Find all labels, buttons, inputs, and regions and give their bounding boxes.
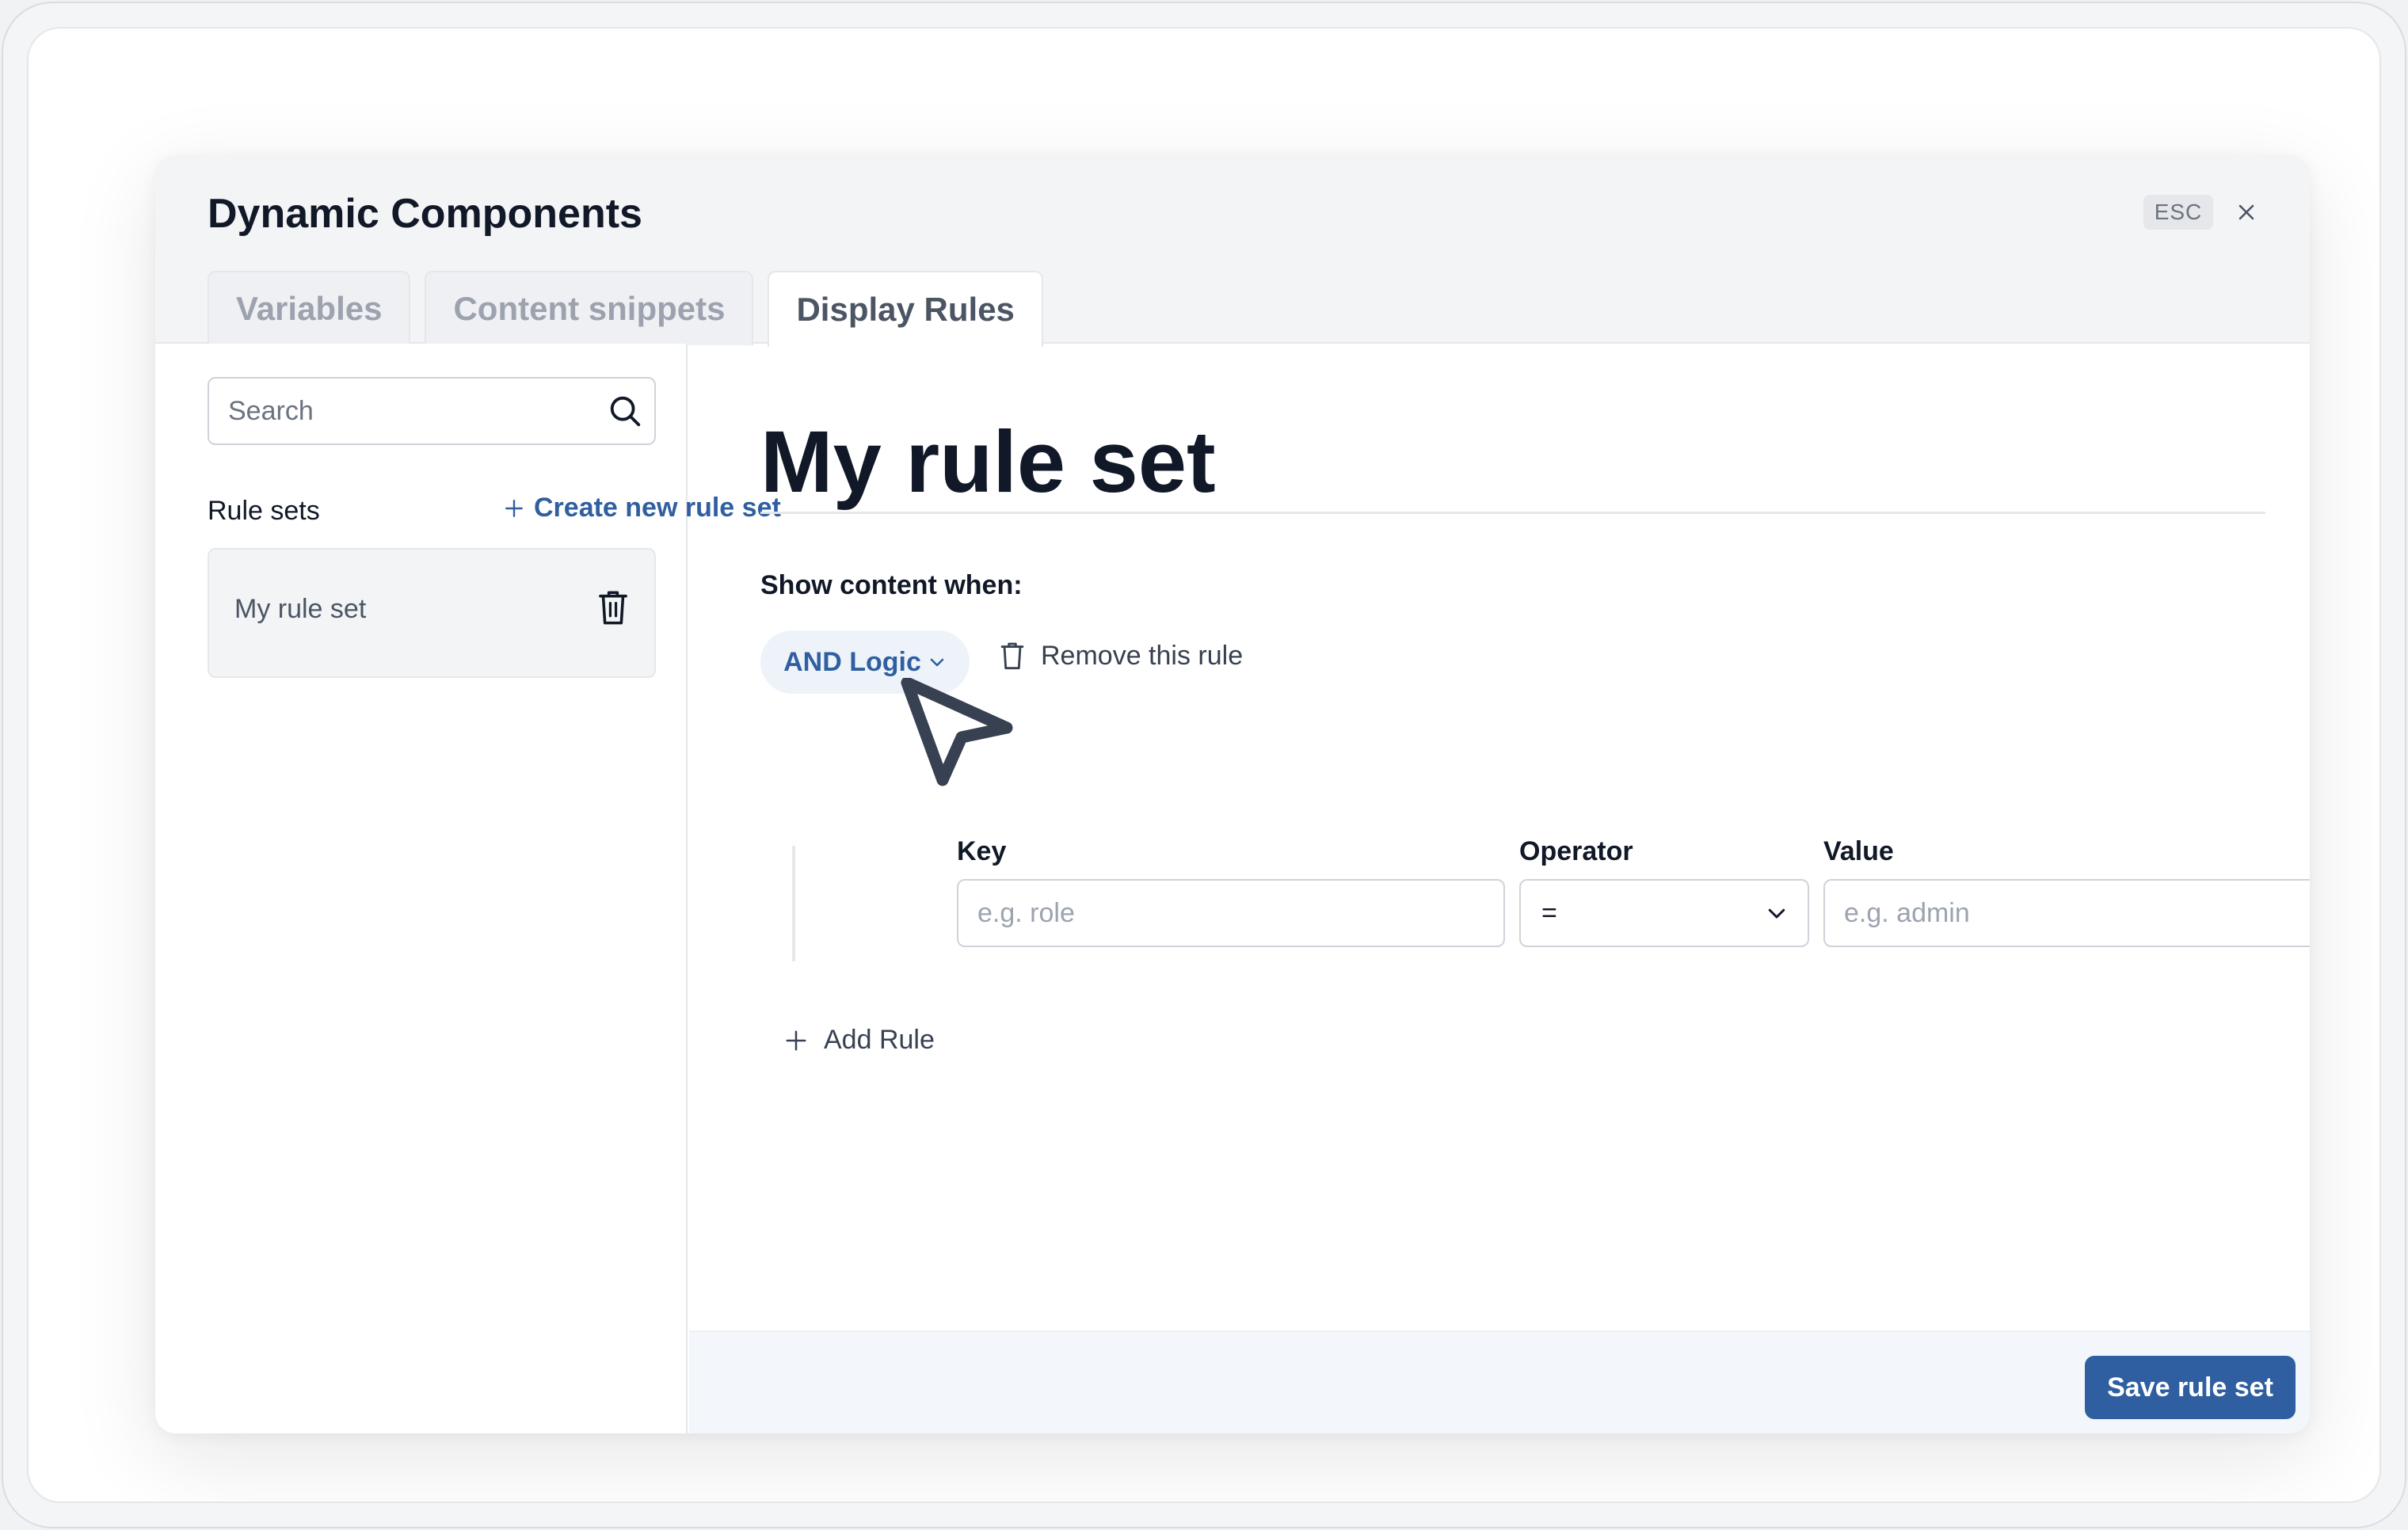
tab-variables[interactable]: Variables bbox=[208, 271, 411, 345]
logic-dropdown[interactable]: AND Logic bbox=[760, 630, 970, 694]
rule-set-name-input[interactable]: My rule set bbox=[760, 415, 1216, 510]
logic-label: AND Logic bbox=[783, 646, 921, 677]
operator-label: Operator bbox=[1519, 836, 1633, 866]
trash-icon[interactable] bbox=[596, 588, 631, 627]
tab-display-rules[interactable]: Display Rules bbox=[768, 271, 1043, 347]
search-icon[interactable] bbox=[607, 393, 643, 429]
screen: Dynamic Components ESC Variables Content… bbox=[27, 27, 2381, 1503]
sidebar: Rule sets Create new rule set My rule se… bbox=[155, 344, 781, 1433]
divider bbox=[760, 512, 2265, 514]
dynamic-components-modal: Dynamic Components ESC Variables Content… bbox=[155, 155, 2310, 1433]
operator-select[interactable]: = bbox=[1519, 879, 1809, 947]
chevron-down-icon bbox=[1768, 908, 1785, 919]
key-input[interactable] bbox=[958, 881, 1503, 946]
rule-editor: My rule set Show content when: AND Logic… bbox=[689, 344, 2310, 1433]
remove-rule-button[interactable]: Remove this rule bbox=[998, 640, 1243, 672]
add-rule-button[interactable]: Add Rule bbox=[784, 1025, 935, 1056]
save-rule-set-button[interactable]: Save rule set bbox=[2085, 1356, 2296, 1419]
tab-content-snippets[interactable]: Content snippets bbox=[425, 271, 754, 345]
trash-icon bbox=[1000, 642, 1024, 670]
key-field bbox=[957, 879, 1505, 947]
search-input[interactable] bbox=[228, 379, 600, 443]
rule-set-item-label: My rule set bbox=[234, 594, 367, 624]
remove-rule-label: Remove this rule bbox=[1041, 640, 1244, 671]
modal-title: Dynamic Components bbox=[208, 191, 642, 237]
add-rule-label: Add Rule bbox=[824, 1025, 935, 1055]
close-icon bbox=[2238, 204, 2254, 220]
tab-bar: Variables Content snippets Display Rules bbox=[208, 271, 1043, 347]
modal-footer: Save rule set bbox=[689, 1330, 2310, 1433]
show-content-when-label: Show content when: bbox=[760, 570, 1023, 600]
plus-icon bbox=[786, 1030, 806, 1050]
search-box bbox=[208, 377, 656, 445]
rule-group-line bbox=[792, 846, 795, 961]
rule-sets-label: Rule sets bbox=[208, 496, 320, 526]
sidebar-item-my-rule-set[interactable]: My rule set bbox=[208, 548, 656, 678]
close-button[interactable] bbox=[2231, 196, 2262, 228]
value-input[interactable] bbox=[1825, 881, 2310, 946]
esc-badge: ESC bbox=[2143, 195, 2213, 230]
key-label: Key bbox=[957, 836, 1007, 866]
modal-header: Dynamic Components ESC Variables Content… bbox=[155, 155, 2310, 347]
chevron-down-icon bbox=[930, 658, 944, 667]
value-field bbox=[1823, 879, 2310, 947]
value-label: Value bbox=[1823, 836, 1894, 866]
operator-value: = bbox=[1541, 898, 1557, 928]
plus-icon bbox=[505, 499, 523, 517]
